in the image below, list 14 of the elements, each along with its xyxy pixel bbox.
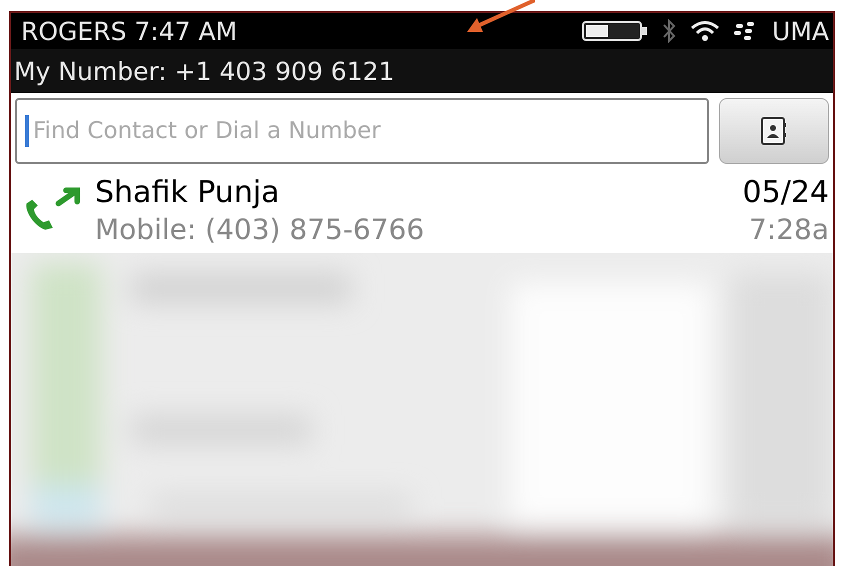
contact-card-icon <box>760 116 788 146</box>
my-number: My Number: +1 403 909 6121 <box>14 58 394 84</box>
wifi-icon <box>690 19 720 43</box>
carrier-time: ROGERS 7:47 AM <box>21 18 238 44</box>
contact-number: Mobile: (403) 875-6766 <box>95 212 426 248</box>
bluetooth-icon <box>662 19 676 43</box>
contact-name: Shafik Punja <box>95 174 281 212</box>
call-time: 7:28a <box>748 212 829 248</box>
call-date: 05/24 <box>742 174 829 212</box>
search-field[interactable]: Find Contact or Dial a Number <box>15 98 709 164</box>
network-label: UMA <box>772 18 829 44</box>
battery-icon <box>582 20 648 42</box>
text-cursor <box>25 115 29 147</box>
contacts-button[interactable] <box>719 98 829 164</box>
